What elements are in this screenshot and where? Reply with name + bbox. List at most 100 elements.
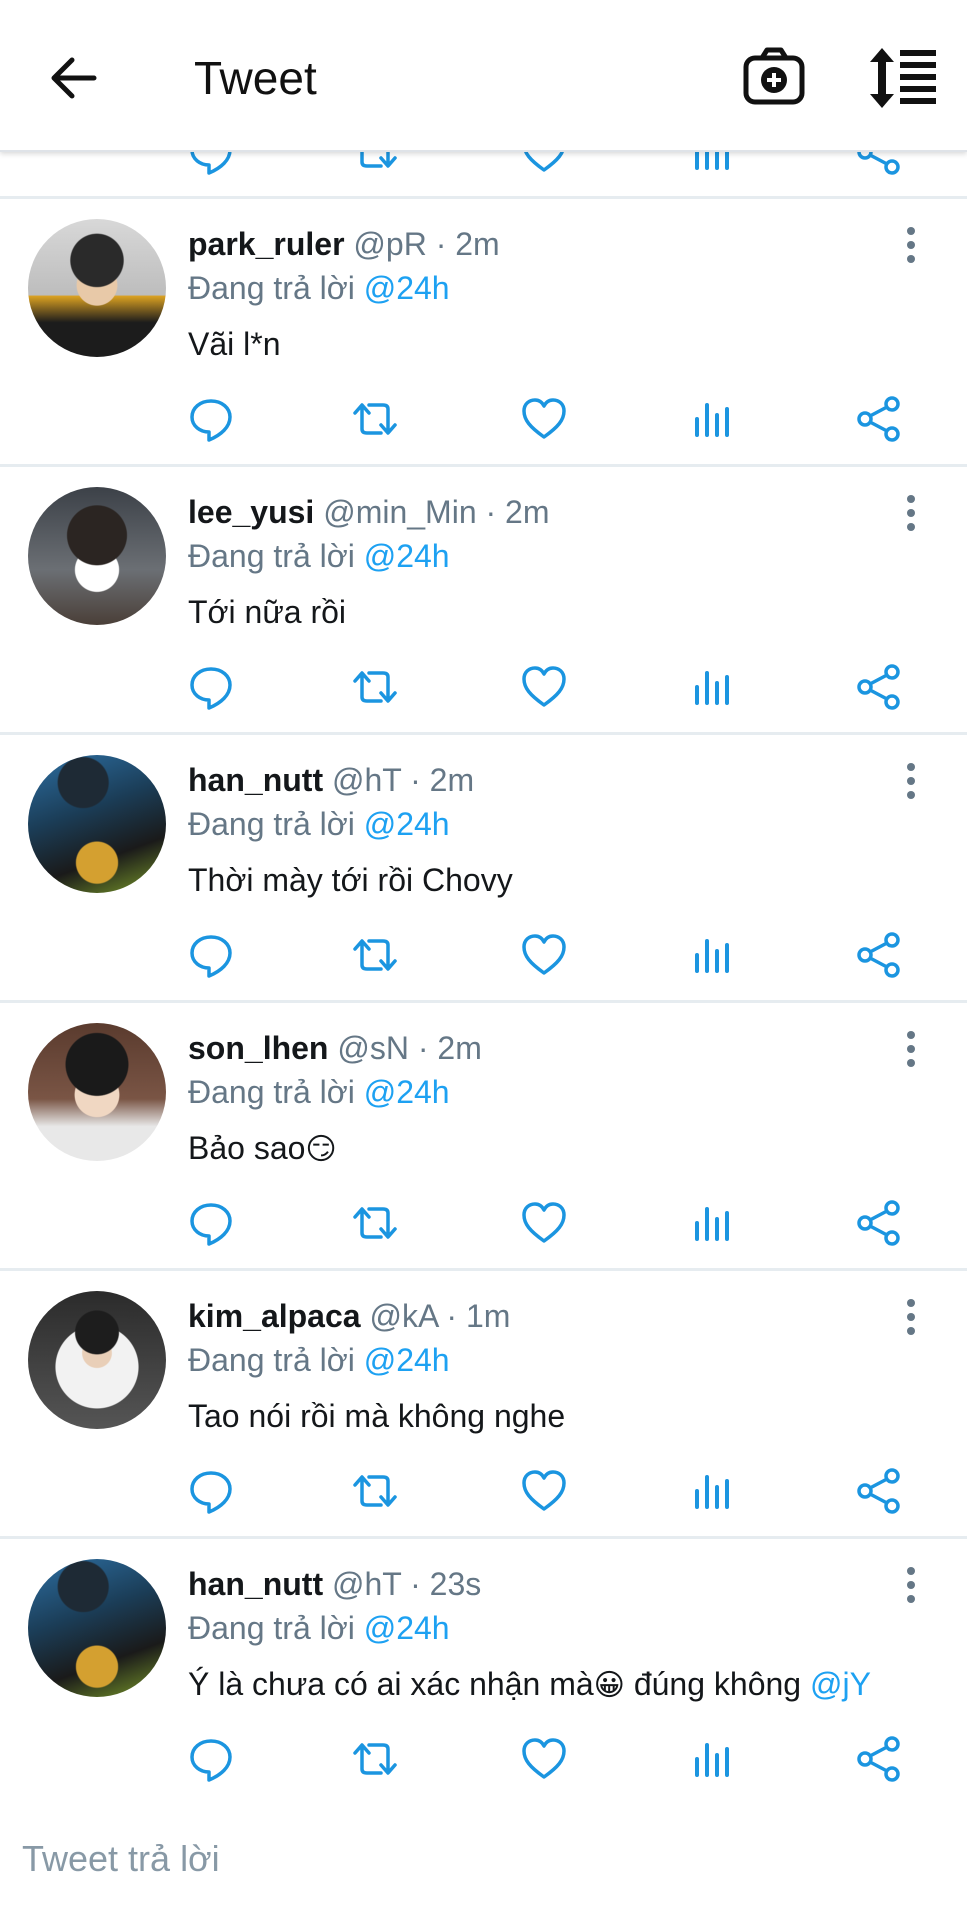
replying-to: Đang trả lời @24h [188, 267, 450, 309]
username[interactable]: lee_yusi [188, 494, 314, 530]
user-handle: @hT [331, 762, 402, 798]
stats-icon[interactable] [689, 150, 737, 176]
tweet-header: kim_alpaca @kA · 1m [188, 1295, 510, 1337]
separator-dot: · [417, 1030, 429, 1066]
retweet-icon[interactable] [351, 1467, 399, 1515]
username[interactable]: han_nutt [188, 1566, 323, 1602]
separator-dot: · [410, 1566, 421, 1602]
share-icon[interactable] [855, 1467, 903, 1515]
retweet-icon[interactable] [351, 395, 399, 443]
tweet-text-suffix: đúng không [624, 1666, 810, 1702]
retweet-icon[interactable] [351, 1199, 399, 1247]
replying-to-label: Đang trả lời [188, 1610, 355, 1646]
avatar[interactable] [28, 755, 166, 893]
reply-input[interactable] [22, 1831, 922, 1887]
share-icon[interactable] [855, 931, 903, 979]
tweet-header: lee_yusi @min_Min · 2m [188, 491, 550, 533]
reply-tweet[interactable]: son_lhen @sN · 2m Đang trả lời @24h Bảo … [0, 1003, 967, 1265]
share-icon[interactable] [855, 395, 903, 443]
tweet-text-main: Thời mày tới rồi Chovy [188, 862, 513, 898]
more-vertical-icon[interactable] [894, 1297, 928, 1337]
stats-icon[interactable] [689, 1199, 737, 1247]
replying-to-mention[interactable]: @24h [364, 538, 450, 574]
stats-icon[interactable] [689, 931, 737, 979]
previous-tweet-actions [0, 150, 967, 196]
reply-tweet[interactable]: park_ruler @pR · 2m Đang trả lời @24h Vã… [0, 199, 967, 461]
separator-dot: · [485, 494, 497, 530]
back-arrow-icon[interactable] [44, 48, 104, 108]
replying-to-mention[interactable]: @24h [364, 1342, 450, 1378]
reply-icon[interactable] [187, 1467, 235, 1515]
avatar[interactable] [28, 1023, 166, 1161]
reply-icon[interactable] [187, 1199, 235, 1247]
tweet-text: Tao nói rồi mà không nghe [188, 1395, 565, 1439]
avatar[interactable] [28, 487, 166, 625]
heart-icon[interactable] [520, 150, 568, 176]
avatar[interactable] [28, 1559, 166, 1697]
heart-icon[interactable] [520, 1467, 568, 1515]
reply-tweet[interactable]: lee_yusi @min_Min · 2m Đang trả lời @24h… [0, 467, 967, 729]
reply-icon[interactable] [187, 931, 235, 979]
username[interactable]: kim_alpaca [188, 1298, 361, 1334]
retweet-icon[interactable] [351, 663, 399, 711]
tweet-actions [0, 1199, 967, 1247]
stats-icon[interactable] [689, 395, 737, 443]
more-vertical-icon[interactable] [894, 225, 928, 265]
share-icon[interactable] [855, 663, 903, 711]
retweet-icon[interactable] [351, 1735, 399, 1783]
retweet-icon[interactable] [351, 150, 399, 176]
tweet-mention[interactable]: @jY [810, 1666, 871, 1702]
retweet-icon[interactable] [351, 931, 399, 979]
reply-icon[interactable] [187, 150, 235, 176]
reply-icon[interactable] [187, 663, 235, 711]
stats-icon[interactable] [689, 1467, 737, 1515]
more-vertical-icon[interactable] [894, 1565, 928, 1605]
top-app-bar: Tweet [0, 0, 967, 152]
more-vertical-icon[interactable] [894, 493, 928, 533]
heart-icon[interactable] [520, 931, 568, 979]
stats-icon[interactable] [689, 1735, 737, 1783]
replying-to: Đang trả lời @24h [188, 803, 450, 845]
camera-plus-icon[interactable] [742, 44, 806, 108]
heart-icon[interactable] [520, 395, 568, 443]
replying-to-mention[interactable]: @24h [364, 1610, 450, 1646]
username[interactable]: han_nutt [188, 762, 323, 798]
more-vertical-icon[interactable] [894, 761, 928, 801]
avatar[interactable] [28, 1291, 166, 1429]
user-handle: @sN [337, 1030, 409, 1066]
heart-icon[interactable] [520, 663, 568, 711]
username[interactable]: son_lhen [188, 1030, 328, 1066]
sort-list-icon[interactable] [866, 46, 938, 110]
replying-to-label: Đang trả lời [188, 1074, 355, 1110]
reply-tweet[interactable]: han_nutt @hT · 23s Đang trả lời @24h Ý l… [0, 1539, 967, 1801]
reply-icon[interactable] [187, 1735, 235, 1783]
replying-to-mention[interactable]: @24h [364, 1074, 450, 1110]
share-icon[interactable] [855, 1735, 903, 1783]
tweet-text: Tới nữa rồi [188, 591, 346, 635]
user-handle: @hT [331, 1566, 402, 1602]
replying-to-mention[interactable]: @24h [364, 806, 450, 842]
user-handle: @kA [369, 1298, 438, 1334]
stats-icon[interactable] [689, 663, 737, 711]
share-icon[interactable] [855, 1199, 903, 1247]
tweet-text: Ý là chưa có ai xác nhận mà😀 đúng không … [188, 1663, 871, 1707]
username[interactable]: park_ruler [188, 226, 345, 262]
tweet-emoji: 😏 [305, 1132, 337, 1167]
timestamp: 2m [429, 762, 475, 798]
reply-tweet[interactable]: han_nutt @hT · 2m Đang trả lời @24h Thời… [0, 735, 967, 997]
reply-tweet[interactable]: kim_alpaca @kA · 1m Đang trả lời @24h Ta… [0, 1271, 967, 1533]
tweet-header: han_nutt @hT · 23s [188, 1563, 481, 1605]
timestamp: 2m [455, 226, 500, 262]
replying-to-label: Đang trả lời [188, 806, 355, 842]
replying-to-mention[interactable]: @24h [364, 270, 450, 306]
reply-icon[interactable] [187, 395, 235, 443]
heart-icon[interactable] [520, 1735, 568, 1783]
tweet-text-main: Bảo sao [188, 1130, 306, 1166]
timestamp: 23s [429, 1566, 482, 1602]
replying-to: Đang trả lời @24h [188, 1071, 450, 1113]
avatar[interactable] [28, 219, 166, 357]
share-icon[interactable] [855, 150, 903, 176]
tweet-text-main: Tao nói rồi mà không nghe [188, 1398, 566, 1434]
heart-icon[interactable] [520, 1199, 568, 1247]
more-vertical-icon[interactable] [894, 1029, 928, 1069]
